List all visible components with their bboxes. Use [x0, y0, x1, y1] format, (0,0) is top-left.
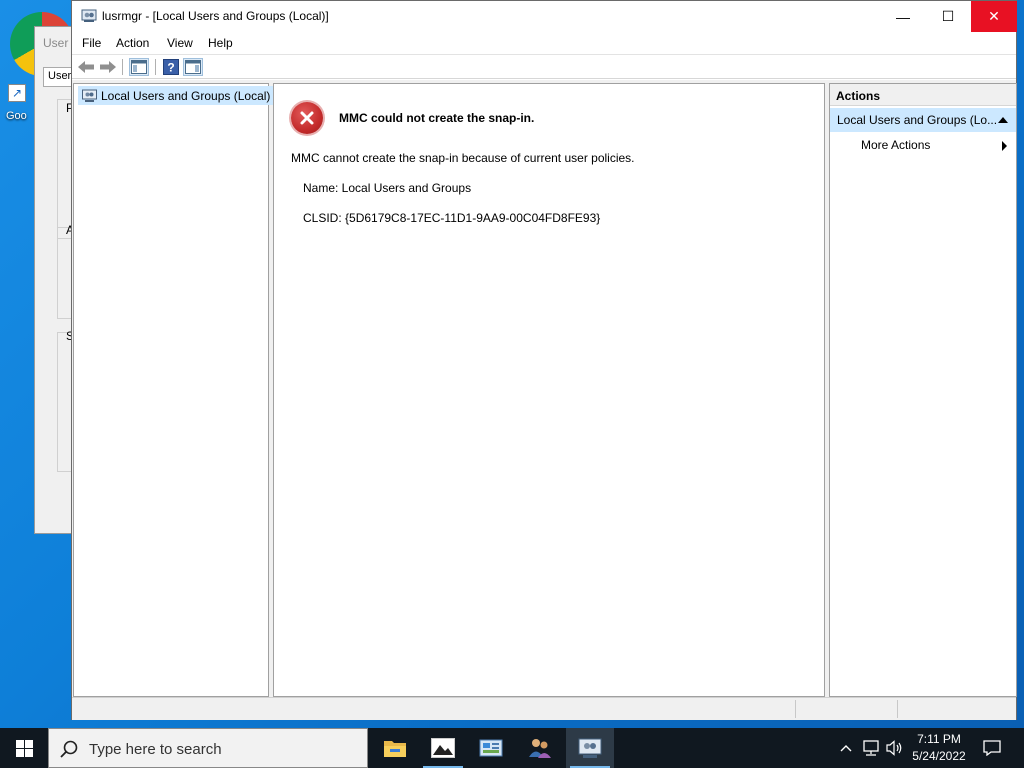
control-panel-icon [479, 739, 503, 757]
network-icon [863, 740, 879, 756]
toolbar-separator [155, 59, 156, 75]
more-actions-item[interactable]: More Actions [830, 134, 1016, 156]
file-explorer-icon [384, 741, 406, 757]
notifications-button[interactable] [980, 728, 1004, 768]
back-arrow-icon [78, 61, 94, 73]
taskbar-search-box[interactable]: Type here to search [48, 728, 368, 768]
show-hide-console-tree-button[interactable] [129, 58, 149, 76]
show-hide-action-pane-button[interactable] [183, 58, 203, 76]
actions-header: Actions [830, 84, 1016, 106]
menu-view[interactable]: View [167, 36, 193, 50]
console-tree-icon [131, 60, 147, 74]
forward-button[interactable] [98, 58, 118, 76]
submenu-arrow-icon [1002, 141, 1007, 151]
close-button[interactable]: ✕ [971, 1, 1017, 32]
maximize-button[interactable]: ☐ [925, 1, 971, 32]
show-hidden-icons-button[interactable] [836, 728, 856, 768]
collapse-caret-icon[interactable] [998, 117, 1008, 123]
taskbar-users[interactable] [516, 728, 564, 768]
clock-time: 7:11 PM [917, 732, 961, 746]
back-button[interactable] [76, 58, 96, 76]
minimize-button[interactable]: — [880, 1, 926, 32]
taskbar-control-panel[interactable] [467, 728, 515, 768]
error-snapin-clsid: CLSID: {5D6179C8-17EC-11D1-9AA9-00C04FD8… [303, 211, 601, 225]
search-icon [60, 740, 78, 758]
error-icon [291, 102, 323, 134]
status-bar-separator [795, 700, 796, 718]
forward-arrow-icon [100, 61, 116, 73]
start-button[interactable] [0, 728, 48, 768]
shortcut-arrow-icon: ↗ [8, 84, 26, 102]
menu-action[interactable]: Action [116, 36, 149, 50]
taskbar-clock[interactable]: 7:11 PM 5/24/2022 [904, 731, 974, 765]
volume-tray-button[interactable] [884, 728, 906, 768]
notification-icon [983, 740, 1001, 756]
svg-text:?: ? [167, 61, 174, 75]
chevron-up-icon [840, 745, 852, 752]
network-tray-button[interactable] [860, 728, 882, 768]
error-snapin-name: Name: Local Users and Groups [303, 181, 472, 195]
mmc-window: lusrmgr - [Local Users and Groups (Local… [71, 0, 1017, 720]
actions-pane: Actions Local Users and Groups (Lo... Mo… [829, 83, 1017, 697]
users-icon [529, 739, 551, 758]
menu-bar: File Action View Help [72, 32, 1016, 54]
toolbar-separator [122, 59, 123, 75]
taskbar-file-explorer[interactable] [371, 728, 419, 768]
tree-item-local-users-and-groups[interactable]: Local Users and Groups (Local) [78, 86, 276, 105]
clock-date: 5/24/2022 [912, 749, 966, 763]
pane-area: Local Users and Groups (Local) MMC could… [72, 80, 1017, 697]
volume-icon [886, 740, 902, 756]
taskbar-photos[interactable] [419, 728, 467, 768]
console-tree-pane: Local Users and Groups (Local) [73, 83, 276, 697]
window-title: lusrmgr - [Local Users and Groups (Local… [102, 9, 329, 23]
users-mmc-icon [81, 9, 97, 22]
result-pane: MMC could not create the snap-in. MMC ca… [273, 83, 825, 697]
more-actions-label: More Actions [861, 138, 931, 152]
status-bar-separator [897, 700, 898, 718]
toolbar: ? [72, 54, 1016, 79]
help-button[interactable]: ? [161, 58, 181, 76]
actions-group-local-users[interactable]: Local Users and Groups (Lo... [830, 108, 1016, 132]
search-placeholder: Type here to search [89, 741, 222, 758]
action-pane-icon [185, 60, 201, 74]
taskbar: Type here to search 7:11 PM 5/24/2022 [0, 728, 1024, 768]
menu-help[interactable]: Help [208, 36, 233, 50]
error-title: MMC could not create the snap-in. [339, 111, 535, 125]
help-icon: ? [163, 59, 179, 75]
status-bar [72, 697, 1016, 720]
menu-file[interactable]: File [82, 36, 101, 50]
windows-logo-icon [15, 739, 33, 757]
tree-item-label: Local Users and Groups (Local) [101, 89, 271, 103]
title-bar[interactable]: lusrmgr - [Local Users and Groups (Local… [72, 1, 1017, 32]
mmc-icon [578, 738, 602, 758]
taskbar-mmc[interactable] [566, 728, 614, 768]
users-snapin-icon [82, 89, 97, 102]
actions-group-label: Local Users and Groups (Lo... [837, 113, 998, 127]
error-message: MMC cannot create the snap-in because of… [291, 151, 635, 165]
photos-icon [431, 738, 455, 758]
